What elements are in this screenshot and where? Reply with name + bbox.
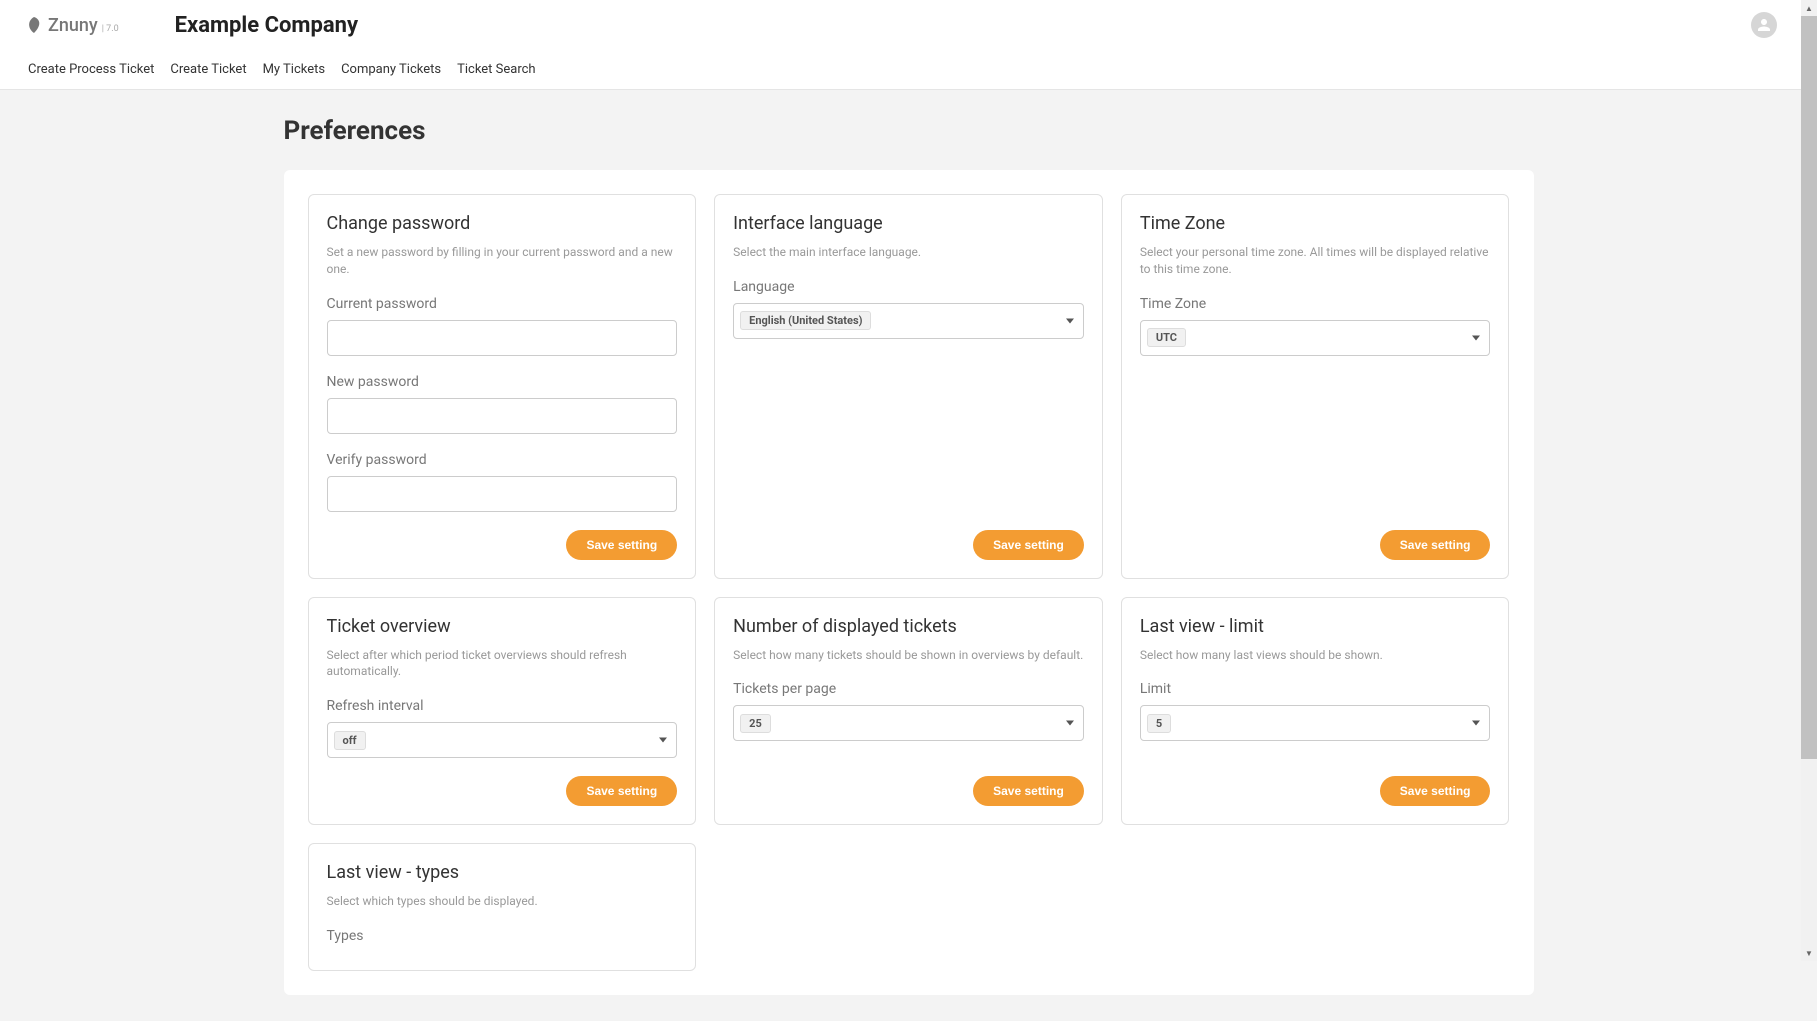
button-row: Save setting [327, 530, 678, 560]
nav-company-tickets[interactable]: Company Tickets [341, 62, 441, 77]
perpage-select[interactable]: 25 [733, 705, 1084, 741]
nav-ticket-search[interactable]: Ticket Search [457, 62, 536, 77]
card-change-password: Change password Set a new password by fi… [308, 194, 697, 579]
card-ticket-overview: Ticket overview Select after which perio… [308, 597, 697, 826]
new-password-label: New password [327, 374, 678, 390]
logo-version: | 7.0 [102, 24, 119, 34]
avatar[interactable] [1751, 12, 1777, 38]
perpage-select-wrapper: 25 [733, 705, 1084, 741]
cards-grid: Change password Set a new password by fi… [308, 194, 1510, 971]
card-displayed-tickets: Number of displayed tickets Select how m… [714, 597, 1103, 826]
refresh-interval-value: off [334, 731, 366, 750]
content-wrapper: Preferences Change password Set a new pa… [0, 90, 1817, 1021]
save-language-button[interactable]: Save setting [973, 530, 1084, 560]
save-password-button[interactable]: Save setting [566, 530, 677, 560]
nav-create-process-ticket[interactable]: Create Process Ticket [28, 62, 154, 77]
card-desc: Select which types should be displayed. [327, 893, 678, 910]
nav-create-ticket[interactable]: Create Ticket [170, 62, 246, 77]
nav-bar: Create Process Ticket Create Ticket My T… [0, 50, 1817, 90]
refresh-interval-select-wrapper: off [327, 722, 678, 758]
button-row: Save setting [733, 530, 1084, 560]
header-left: Znuny | 7.0 Example Company [24, 13, 358, 38]
logo[interactable]: Znuny | 7.0 [24, 15, 119, 36]
save-timezone-button[interactable]: Save setting [1380, 530, 1491, 560]
card-title: Ticket overview [327, 616, 678, 637]
refresh-interval-label: Refresh interval [327, 698, 678, 714]
timezone-value: UTC [1147, 328, 1186, 347]
limit-value: 5 [1147, 714, 1171, 733]
card-desc: Select how many tickets should be shown … [733, 647, 1084, 664]
limit-select[interactable]: 5 [1140, 705, 1491, 741]
card-desc: Select your personal time zone. All time… [1140, 244, 1491, 278]
timezone-select[interactable]: UTC [1140, 320, 1491, 356]
timezone-label: Time Zone [1140, 296, 1491, 312]
scroll-up-icon[interactable]: ▲ [1801, 0, 1817, 16]
znuny-logo-icon [24, 15, 44, 35]
content: Preferences Change password Set a new pa… [264, 116, 1554, 995]
button-row: Save setting [327, 776, 678, 806]
card-title: Interface language [733, 213, 1084, 234]
save-perpage-button[interactable]: Save setting [973, 776, 1084, 806]
header: Znuny | 7.0 Example Company [0, 0, 1817, 50]
verify-password-label: Verify password [327, 452, 678, 468]
types-label: Types [327, 928, 678, 944]
limit-label: Limit [1140, 681, 1491, 697]
user-icon [1755, 16, 1773, 34]
card-title: Last view - limit [1140, 616, 1491, 637]
logo-text: Znuny [48, 15, 98, 36]
save-refresh-button[interactable]: Save setting [566, 776, 677, 806]
verify-password-input[interactable] [327, 476, 678, 512]
page-title: Preferences [284, 116, 1534, 146]
language-value: English (United States) [740, 311, 871, 330]
card-title: Change password [327, 213, 678, 234]
button-row: Save setting [1140, 776, 1491, 806]
perpage-value: 25 [740, 714, 771, 733]
card-desc: Set a new password by filling in your cu… [327, 244, 678, 278]
card-desc: Select how many last views should be sho… [1140, 647, 1491, 664]
card-last-view-limit: Last view - limit Select how many last v… [1121, 597, 1510, 826]
card-title: Number of displayed tickets [733, 616, 1084, 637]
limit-select-wrapper: 5 [1140, 705, 1491, 741]
scrollbar[interactable]: ▲ ▼ [1801, 0, 1817, 961]
current-password-label: Current password [327, 296, 678, 312]
nav-my-tickets[interactable]: My Tickets [263, 62, 326, 77]
card-time-zone: Time Zone Select your personal time zone… [1121, 194, 1510, 579]
card-last-view-types: Last view - types Select which types sho… [308, 843, 697, 971]
card-desc: Select after which period ticket overvie… [327, 647, 678, 681]
scroll-thumb[interactable] [1801, 16, 1817, 759]
card-title: Last view - types [327, 862, 678, 883]
scroll-down-icon[interactable]: ▼ [1801, 945, 1817, 961]
scroll-track[interactable] [1801, 759, 1817, 945]
company-name: Example Company [175, 13, 358, 38]
refresh-interval-select[interactable]: off [327, 722, 678, 758]
language-label: Language [733, 279, 1084, 295]
button-row: Save setting [1140, 530, 1491, 560]
save-limit-button[interactable]: Save setting [1380, 776, 1491, 806]
preferences-panel: Change password Set a new password by fi… [284, 170, 1534, 995]
card-interface-language: Interface language Select the main inter… [714, 194, 1103, 579]
button-row: Save setting [733, 776, 1084, 806]
language-select[interactable]: English (United States) [733, 303, 1084, 339]
current-password-input[interactable] [327, 320, 678, 356]
card-title: Time Zone [1140, 213, 1491, 234]
perpage-label: Tickets per page [733, 681, 1084, 697]
timezone-select-wrapper: UTC [1140, 320, 1491, 356]
new-password-input[interactable] [327, 398, 678, 434]
card-desc: Select the main interface language. [733, 244, 1084, 261]
language-select-wrapper: English (United States) [733, 303, 1084, 339]
